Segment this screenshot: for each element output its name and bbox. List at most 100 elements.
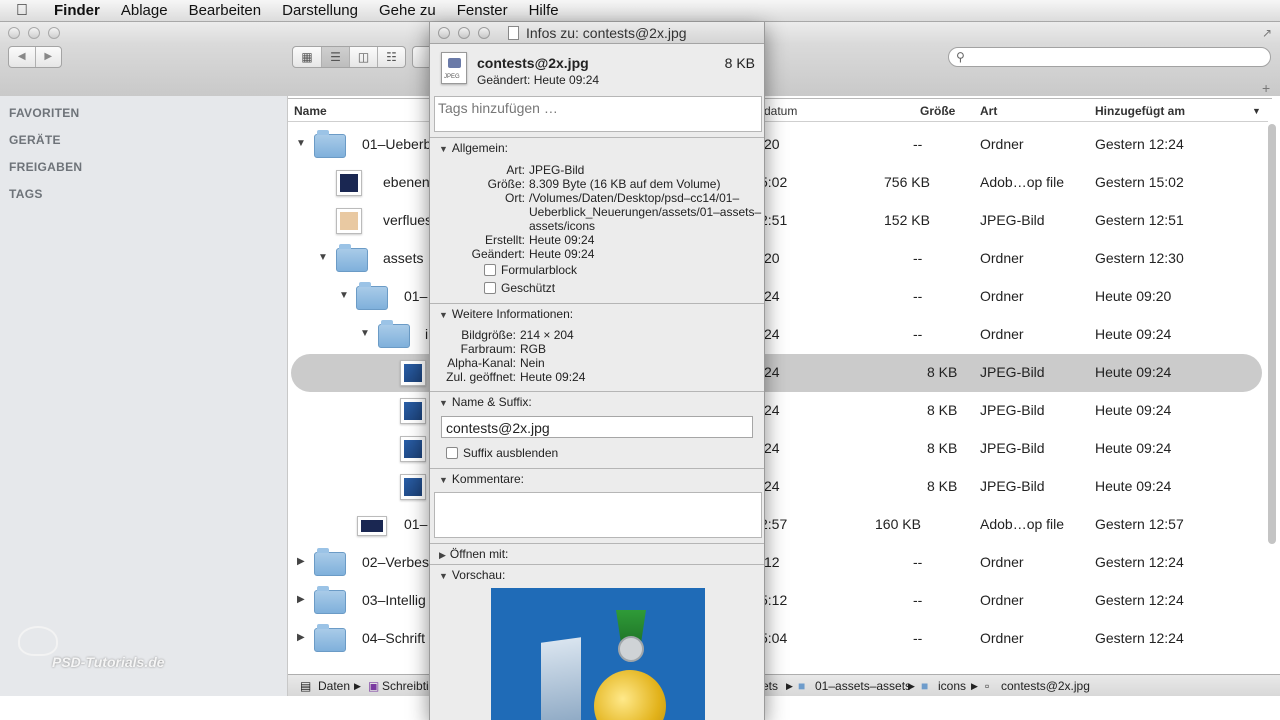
vertical-scrollbar[interactable] xyxy=(1268,124,1276,544)
row-kind: Ordner xyxy=(980,250,1024,266)
folder-icon xyxy=(314,624,346,652)
disclosure-open-icon: ▼ xyxy=(439,571,448,581)
value-location-2: Ueberblick_Neuerungen/assets/01–assets– xyxy=(529,205,762,219)
row-date: 24 xyxy=(764,364,780,380)
info-window-title: Infos zu: contests@2x.jpg xyxy=(526,25,687,41)
row-size: 152 KB xyxy=(884,212,930,228)
row-added: Gestern 12:24 xyxy=(1095,592,1184,608)
path-item[interactable]: Daten xyxy=(318,679,350,693)
value-alpha: Nein xyxy=(520,356,545,370)
jpeg-file-icon xyxy=(400,474,426,500)
disclosure-open-icon: ▼ xyxy=(439,144,448,154)
section-general[interactable]: ▼ Allgemein: xyxy=(439,141,508,155)
zoom-button[interactable] xyxy=(48,27,60,39)
info-panel: Infos zu: contests@2x.jpg JPEG contests@… xyxy=(429,22,765,720)
path-item[interactable]: icons xyxy=(938,679,966,693)
minimize-button[interactable] xyxy=(28,27,40,39)
row-kind: JPEG-Bild xyxy=(980,364,1045,380)
nav-buttons: ◀ ▶ xyxy=(8,46,62,68)
value-dimensions: 214 × 204 xyxy=(520,328,574,342)
path-item[interactable]: 01–assets–assets xyxy=(815,679,911,693)
sidebar-section-favorites[interactable]: FAVORITEN xyxy=(9,106,79,120)
desktop-icon: ▣ xyxy=(368,679,380,693)
row-added: Heute 09:20 xyxy=(1095,288,1172,304)
disclosure-closed-icon[interactable]: ▶ xyxy=(297,632,305,643)
row-name: 01–Ueberb xyxy=(362,136,432,152)
jpeg-file-icon xyxy=(400,360,426,386)
psd-file-icon xyxy=(336,170,362,196)
info-zoom-button[interactable] xyxy=(478,27,490,39)
fullscreen-icon[interactable]: ↗ xyxy=(1262,26,1272,40)
row-kind: Adob…op file xyxy=(980,174,1065,190)
row-name: 03–Intellig xyxy=(362,592,426,608)
folder-icon: ■ xyxy=(921,679,929,693)
plus-icon[interactable]: + xyxy=(1262,80,1270,96)
column-view-icon[interactable]: ◫ xyxy=(349,47,377,67)
folder-icon xyxy=(314,130,346,158)
icon-view-icon[interactable]: ▦ xyxy=(293,47,321,67)
row-kind: Ordner xyxy=(980,554,1024,570)
menu-fenster[interactable]: Fenster xyxy=(457,2,508,19)
column-kind[interactable]: Art xyxy=(980,104,997,118)
file-modified: Geändert: Heute 09:24 xyxy=(477,73,600,87)
label-colorspace: Farbraum: xyxy=(460,342,516,356)
butterfly-logo-icon xyxy=(18,626,58,656)
disclosure-open-icon[interactable]: ▼ xyxy=(318,252,328,263)
name-field[interactable]: contests@2x.jpg xyxy=(441,416,753,438)
column-size[interactable]: Größe xyxy=(920,104,955,118)
column-added[interactable]: Hinzugefügt am xyxy=(1095,104,1185,118)
apple-logo-icon[interactable]:  xyxy=(16,2,36,20)
sidebar-section-devices[interactable]: GERÄTE xyxy=(9,133,61,147)
column-date[interactable]: datum xyxy=(764,104,797,118)
tags-input[interactable]: Tags hinzufügen … xyxy=(434,96,762,132)
section-more-info[interactable]: ▼ Weitere Informationen: xyxy=(439,307,573,321)
list-view-icon[interactable]: ☰ xyxy=(321,47,349,67)
locked-label: Geschützt xyxy=(501,281,556,295)
search-input[interactable]: ⚲ xyxy=(948,47,1271,67)
watermark-text: PSD-Tutorials.de xyxy=(52,654,165,670)
menu-gehe-zu[interactable]: Gehe zu xyxy=(379,2,436,19)
folder-icon: ■ xyxy=(798,679,806,693)
info-minimize-button[interactable] xyxy=(458,27,470,39)
sidebar-section-tags[interactable]: TAGS xyxy=(9,187,43,201)
label-kind: Art: xyxy=(506,163,525,177)
chevron-left-icon[interactable]: ◀ xyxy=(9,47,35,67)
disclosure-open-icon[interactable]: ▼ xyxy=(339,290,349,301)
menu-ablage[interactable]: Ablage xyxy=(121,2,168,19)
disclosure-open-icon[interactable]: ▼ xyxy=(296,138,306,149)
path-item[interactable]: Schreibti xyxy=(382,679,429,693)
stationery-checkbox[interactable] xyxy=(484,264,496,276)
row-date: 24 xyxy=(764,326,780,342)
sidebar-section-shared[interactable]: FREIGABEN xyxy=(9,160,82,174)
menu-hilfe[interactable]: Hilfe xyxy=(529,2,559,19)
disclosure-closed-icon[interactable]: ▶ xyxy=(297,594,305,605)
sort-chevron-icon[interactable]: ▼ xyxy=(1252,106,1261,116)
section-open-with[interactable]: ▶ Öffnen mit: xyxy=(439,547,508,561)
path-item[interactable]: contests@2x.jpg xyxy=(1001,679,1090,693)
row-name: 04–Schrift xyxy=(362,630,426,646)
value-location-3: assets/icons xyxy=(529,219,596,233)
row-kind: Ordner xyxy=(980,136,1024,152)
menu-finder[interactable]: Finder xyxy=(54,2,100,19)
info-close-button[interactable] xyxy=(438,27,450,39)
row-size: -- xyxy=(913,288,923,304)
magnifier-icon: ⚲ xyxy=(956,50,965,64)
column-name[interactable]: Name xyxy=(294,104,327,118)
coverflow-view-icon[interactable]: ☷ xyxy=(377,47,405,67)
gold-medal-icon xyxy=(594,670,666,720)
locked-checkbox[interactable] xyxy=(484,282,496,294)
preview-image xyxy=(491,588,705,720)
chevron-right-icon[interactable]: ▶ xyxy=(34,47,62,67)
section-comments[interactable]: ▼ Kommentare: xyxy=(439,472,524,486)
section-name-extension[interactable]: ▼ Name & Suffix: xyxy=(439,395,532,409)
menu-bearbeiten[interactable]: Bearbeiten xyxy=(189,2,262,19)
section-preview[interactable]: ▼ Vorschau: xyxy=(439,568,505,582)
hide-extension-checkbox[interactable] xyxy=(446,447,458,459)
menu-darstellung[interactable]: Darstellung xyxy=(282,2,358,19)
row-size: 8 KB xyxy=(927,440,958,456)
file-size: 8 KB xyxy=(724,55,755,71)
disclosure-closed-icon[interactable]: ▶ xyxy=(297,556,305,567)
close-button[interactable] xyxy=(8,27,20,39)
comments-textarea[interactable] xyxy=(434,492,762,538)
disclosure-open-icon[interactable]: ▼ xyxy=(360,328,370,339)
